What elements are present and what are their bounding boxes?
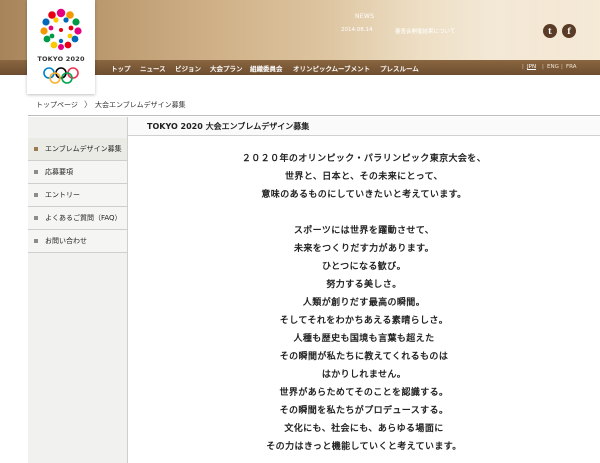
bullet-icon (34, 239, 38, 243)
nav-item-committee[interactable]: 組織委員会 (250, 63, 283, 73)
statement-line: その瞬間が私たちに教えてくれるものは (279, 352, 449, 362)
bullet-icon (34, 216, 38, 220)
statement-line: 意味のあるものにしていきたいと考えています。 (261, 190, 467, 200)
sidebar-item-label: エントリー (45, 191, 80, 199)
statement-line: 世界と、日本と、その未来にとって、 (285, 172, 443, 182)
facebook-icon[interactable]: f (562, 24, 576, 38)
lang-jpn[interactable]: JPN (527, 64, 536, 70)
statement-line: ひとつになる歓び。 (322, 262, 406, 272)
lang-fra[interactable]: FRA (566, 64, 577, 70)
statement-line: 文化にも、社会にも、あらゆる場面に (284, 424, 444, 434)
sidebar-item-label: 応募要項 (45, 168, 73, 176)
sidebar-item-label: お問い合わせ (45, 237, 87, 245)
bullet-icon (34, 193, 38, 197)
lang-divider: | (522, 64, 524, 70)
breadcrumb-separator: 〉 (84, 100, 92, 109)
statement-line: その瞬間を私たちがプロデュースする。 (279, 406, 449, 416)
sidebar-item-guidelines[interactable]: 応募要項 (28, 161, 127, 184)
lang-eng[interactable]: ENG (547, 64, 559, 70)
lang-divider: | (561, 64, 563, 70)
statement-line: 世界があらためてそのことを認識する。 (279, 388, 449, 398)
sidebar-item-entry[interactable]: エントリー (28, 184, 127, 207)
nav-item-press-room[interactable]: プレスルーム (380, 63, 419, 73)
bullet-icon (34, 170, 38, 174)
news-date: 2014.08.14 (341, 27, 373, 33)
breadcrumb-home[interactable]: トップページ (36, 100, 78, 110)
statement-line: スポーツには世界を躍動させて、 (293, 226, 435, 236)
tokyo-2020-logo[interactable]: TOKYO 2020 (27, 0, 95, 94)
nav-item-news[interactable]: ニュース (140, 63, 166, 73)
sidebar-item-contact[interactable]: お問い合わせ (28, 230, 127, 253)
breadcrumb-current: 大会エンブレムデザイン募集 (95, 101, 186, 109)
statement-line: 未来をつくりだす力があります。 (293, 244, 435, 254)
statement-line: はかりしれません。 (321, 370, 407, 380)
page-title: TOKYO 2020 大会エンブレムデザイン募集 (147, 122, 310, 131)
statement-line: そしてそれをわかちあえる素晴らしさ。 (279, 316, 449, 326)
sidebar-item-label: よくあるご質問（FAQ） (45, 214, 122, 222)
statement-text: ２０２０年のオリンピック・パラリンピック東京大会を、 世界と、日本と、その未来に… (128, 150, 600, 456)
olympic-rings-icon (43, 67, 79, 84)
nav-item-top[interactable]: トップ (111, 63, 131, 73)
logo-wordmark: TOKYO 2020 (37, 55, 85, 63)
sidebar-item-faq[interactable]: よくあるご質問（FAQ） (28, 207, 127, 230)
statement-line: その力はきっと機能していくと考えています。 (266, 442, 462, 452)
news-label: NEWS (355, 13, 375, 20)
nav-item-games-plan[interactable]: 大会プラン (210, 63, 243, 73)
statement-line: 人種も歴史も国境も言葉も超えた (293, 334, 435, 344)
twitter-icon[interactable]: t (543, 24, 557, 38)
sidebar-item-label: エンブレムデザイン募集 (45, 145, 122, 153)
statement-line: 努力する美しさ。 (326, 280, 402, 290)
emblem-wreath-icon (40, 8, 82, 50)
sidebar-item-emblem-design[interactable]: エンブレムデザイン募集 (28, 138, 127, 161)
bullet-icon (34, 147, 38, 151)
statement-line: ２０２０年のオリンピック・パラリンピック東京大会を、 (241, 154, 487, 164)
lang-divider: | (542, 64, 544, 70)
statement-line: 人類が創りだす最高の瞬間。 (302, 298, 426, 308)
breadcrumb-divider (28, 115, 600, 116)
nav-item-olympic-movement[interactable]: オリンピックムーブメント (293, 63, 370, 73)
news-link[interactable]: 審査会開催結果について (395, 27, 455, 35)
nav-item-vision[interactable]: ビジョン (175, 63, 201, 73)
